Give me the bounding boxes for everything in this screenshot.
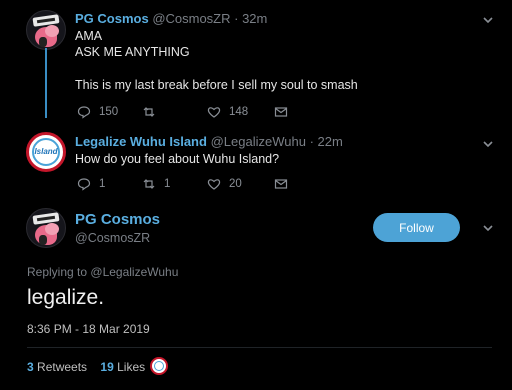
tweet-legalize-wuhu[interactable]: Island Legalize Wuhu Island @LegalizeWuh… [0, 128, 512, 198]
tweet-line: AMA [75, 29, 103, 43]
author-name[interactable]: Legalize Wuhu Island [75, 134, 207, 149]
retweets-stat[interactable]: 3 Retweets [27, 360, 87, 374]
reply-button[interactable]: 1 [77, 177, 105, 191]
main-tweet-text: legalize. [27, 286, 105, 309]
avatar-text: Island [34, 147, 58, 156]
follow-button[interactable]: Follow [373, 213, 460, 242]
like-count: 148 [229, 106, 249, 118]
replying-to: Replying to @LegalizeWuhu [27, 265, 178, 279]
likes-count: 19 [100, 360, 114, 374]
like-icon [207, 179, 221, 190]
author-handle[interactable]: @CosmosZR [152, 11, 230, 26]
tweet-timestamp[interactable]: 8:36 PM - 18 Mar 2019 [27, 322, 150, 336]
avatar[interactable] [26, 10, 66, 50]
tweet-line: This is my last break before I sell my s… [75, 78, 358, 92]
dm-icon [274, 107, 288, 117]
like-button[interactable]: 20 [207, 177, 242, 191]
tweet-time[interactable]: · 32m [234, 11, 267, 26]
likes-label: Likes [117, 360, 146, 374]
tweet-time[interactable]: · 22m [310, 134, 343, 149]
replying-prefix: Replying to [27, 265, 88, 279]
tweet-header: PG Cosmos @CosmosZR · 32m [75, 11, 267, 26]
chevron-down-icon[interactable] [482, 222, 494, 234]
retweet-count: 1 [164, 178, 171, 190]
dm-button[interactable] [274, 105, 288, 119]
main-avatar[interactable] [26, 208, 66, 248]
reply-count: 150 [99, 106, 119, 118]
author-handle[interactable]: @LegalizeWuhu [211, 134, 306, 149]
retweets-count: 3 [27, 360, 34, 374]
retweet-button[interactable] [142, 105, 156, 119]
tweet-text: How do you feel about Wuhu Island? [75, 152, 280, 166]
tweet-line: ASK ME ANYTHING [75, 45, 190, 59]
main-author-handle[interactable]: @CosmosZR [75, 231, 150, 245]
tweet-pg-cosmos-ama[interactable]: PG Cosmos @CosmosZR · 32m AMA ASK ME ANY… [0, 0, 512, 125]
author-name[interactable]: PG Cosmos [75, 11, 149, 26]
reply-icon [77, 178, 91, 191]
replying-to-link[interactable]: @LegalizeWuhu [90, 265, 178, 279]
tweet-stats: 3 Retweets 19 Likes [27, 360, 145, 374]
retweet-icon [143, 179, 155, 189]
dm-icon [274, 179, 288, 189]
main-author-name[interactable]: PG Cosmos [75, 211, 160, 228]
reply-count: 1 [99, 178, 106, 190]
tweet-header: Legalize Wuhu Island @LegalizeWuhu · 22m [75, 134, 343, 149]
thread-line [45, 48, 47, 118]
like-icon [207, 107, 221, 118]
retweet-icon [143, 107, 155, 117]
reply-button[interactable]: 150 [77, 105, 118, 119]
likes-stat[interactable]: 19 Likes [100, 360, 145, 374]
reply-icon [77, 106, 91, 119]
chevron-down-icon[interactable] [482, 14, 494, 26]
avatar[interactable]: Island [26, 132, 66, 172]
like-count: 20 [229, 178, 242, 190]
retweets-label: Retweets [37, 360, 88, 374]
chevron-down-icon[interactable] [482, 138, 494, 150]
retweet-button[interactable]: 1 [142, 177, 170, 191]
like-button[interactable]: 148 [207, 105, 248, 119]
divider [27, 347, 492, 348]
dm-button[interactable] [274, 177, 288, 191]
liker-avatar[interactable] [150, 357, 168, 375]
